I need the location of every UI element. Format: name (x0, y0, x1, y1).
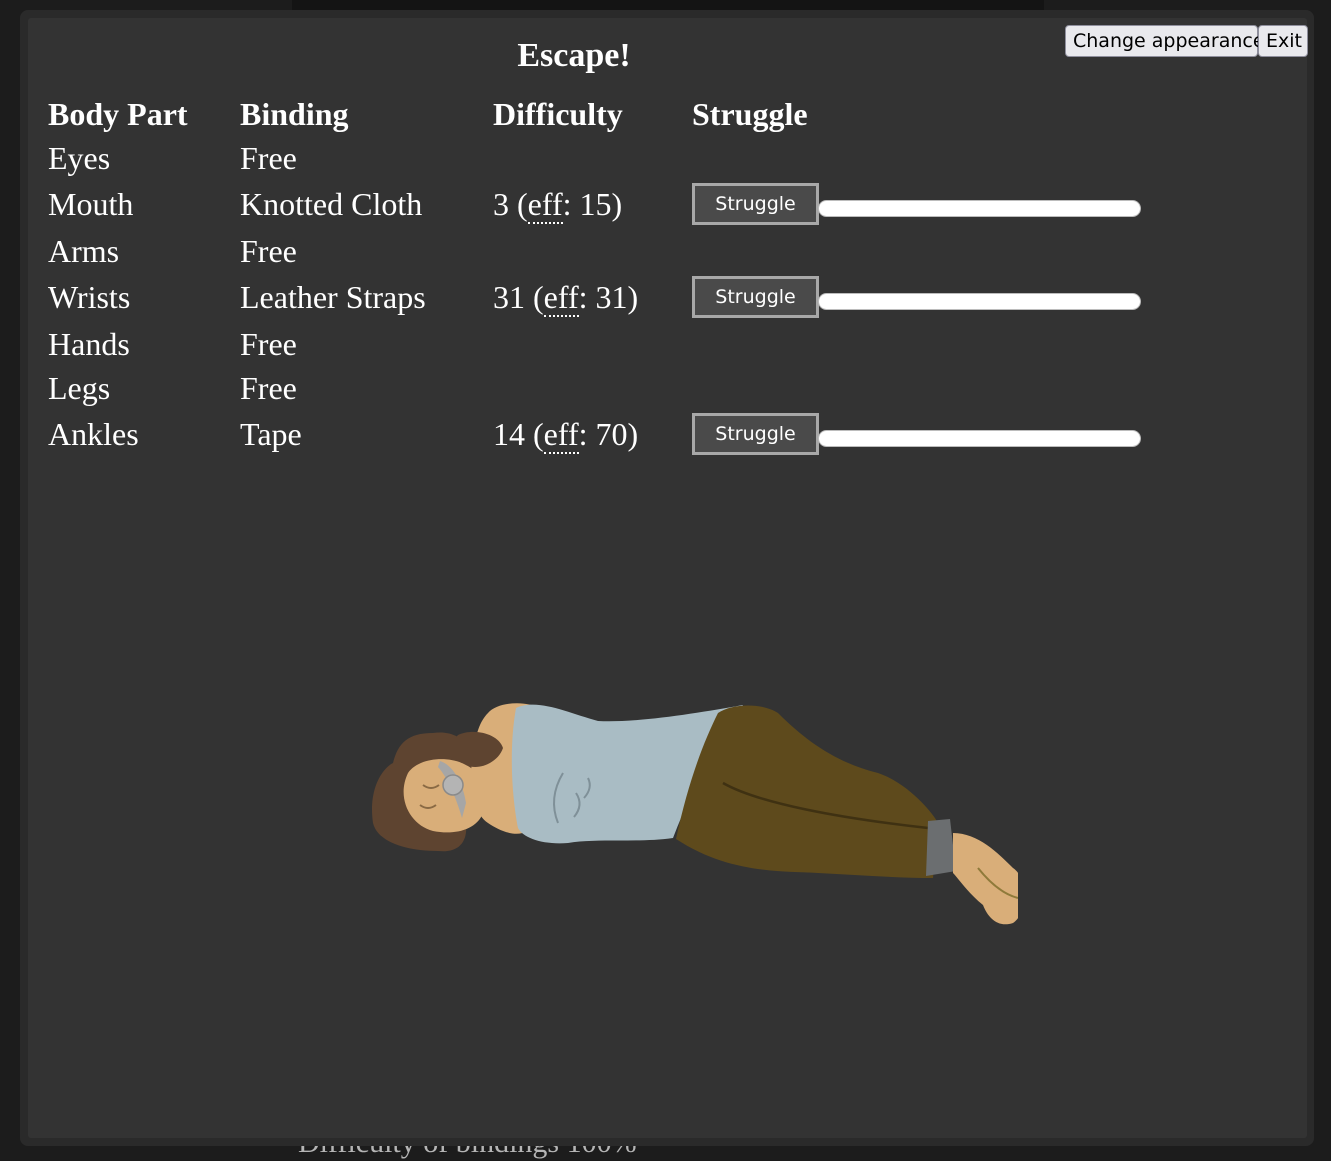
row-mouth-binding: Knotted Cloth (240, 186, 423, 222)
struggle-button-wrists[interactable]: Struggle (692, 276, 819, 318)
struggle-progress-wrists (818, 293, 1141, 310)
eff-value: 15 (579, 186, 612, 222)
difficulty-value: 31 (493, 279, 525, 315)
difficulty-value: 14 (493, 416, 525, 452)
header-binding: Binding (240, 96, 349, 132)
row-wrists-difficulty: 31 (eff: 31) (493, 279, 639, 317)
header-difficulty: Difficulty (493, 96, 623, 132)
struggle-button-ankles[interactable]: Struggle (692, 413, 819, 455)
character-illustration (372, 703, 1018, 925)
dialog-title: Escape! (517, 37, 631, 74)
header-body-part: Body Part (48, 96, 188, 132)
gag-knot (442, 774, 464, 796)
row-eyes-binding: Free (240, 140, 297, 176)
row-eyes-part: Eyes (48, 140, 111, 176)
feet (953, 833, 1018, 925)
row-ankles-difficulty: 14 (eff: 70) (493, 416, 639, 454)
eff-abbr: eff (543, 279, 579, 317)
struggle-progress-ankles (818, 430, 1141, 447)
row-hands-part: Hands (48, 326, 130, 362)
row-mouth-part: Mouth (48, 186, 134, 222)
eff-abbr: eff (527, 186, 563, 224)
eff-value: 70 (595, 416, 628, 452)
struggle-button-mouth[interactable]: Struggle (692, 183, 819, 225)
row-ankles-part: Ankles (48, 416, 139, 452)
row-arms-part: Arms (48, 233, 120, 269)
ankle-tape (926, 819, 956, 876)
change-appearance-button[interactable]: Change appearance (1065, 25, 1265, 57)
eff-value: 31 (595, 279, 628, 315)
eff-abbr: eff (543, 416, 579, 454)
row-wrists-part: Wrists (48, 279, 131, 315)
struggle-progress-mouth (818, 200, 1141, 217)
row-hands-binding: Free (240, 326, 297, 362)
row-mouth-difficulty: 3 (eff: 15) (493, 186, 623, 224)
row-ankles-binding: Tape (240, 416, 302, 452)
row-legs-part: Legs (48, 370, 111, 406)
row-arms-binding: Free (240, 233, 297, 269)
header-struggle: Struggle (692, 96, 808, 132)
row-wrists-binding: Leather Straps (240, 279, 426, 315)
row-legs-binding: Free (240, 370, 297, 406)
difficulty-value: 3 (493, 186, 509, 222)
exit-button[interactable]: Exit (1258, 25, 1308, 57)
pants (676, 705, 938, 878)
escape-dialog: Escape! Change appearance Exit Body Part… (28, 18, 1308, 1138)
